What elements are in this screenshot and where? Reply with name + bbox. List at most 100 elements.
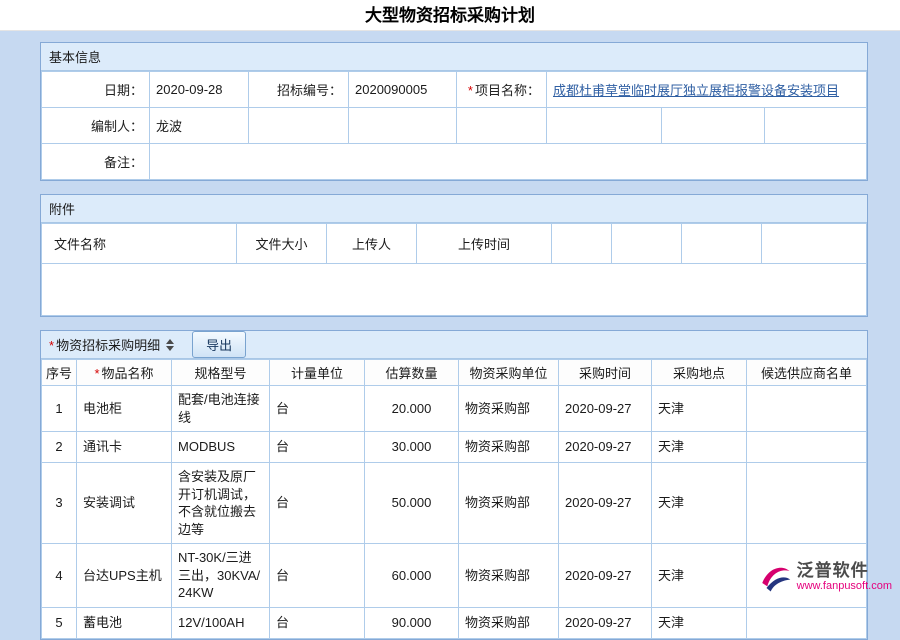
table-cell: 天津 [652,607,747,638]
required-asterisk: * [94,366,99,381]
empty-cell [457,108,547,144]
export-button[interactable]: 导出 [192,331,246,358]
main-content: 基本信息 日期： 2020-09-28 招标编号： 2020090005 *项目… [0,31,900,640]
table-cell: 台 [270,386,365,432]
table-cell: 通讯卡 [77,432,172,463]
detail-section-header: *物资招标采购明细 导出 [41,331,867,359]
table-row[interactable]: 1电池柜配套/电池连接线台20.000物资采购部2020-09-27天津 [42,386,867,432]
table-cell: 物资采购部 [459,432,559,463]
table-cell: 20.000 [365,386,459,432]
required-asterisk: * [49,338,54,353]
empty-cell [765,108,867,144]
table-cell [747,607,867,638]
empty-column-header [762,224,867,264]
empty-cell [249,108,349,144]
table-cell: 台 [270,544,365,608]
table-cell: 60.000 [365,544,459,608]
column-header: 上传时间 [417,224,552,264]
column-header: 采购地点 [652,360,747,386]
column-header: 文件大小 [237,224,327,264]
table-cell: 物资采购部 [459,463,559,544]
basic-info-title: 基本信息 [49,47,101,66]
column-header: 规格型号 [172,360,270,386]
table-cell: 蓄电池 [77,607,172,638]
empty-column-header [612,224,682,264]
column-header: *物品名称 [77,360,172,386]
table-cell: 4 [42,544,77,608]
table-cell: 物资采购部 [459,607,559,638]
attachments-header: 附件 [41,195,867,223]
author-label: 编制人： [42,108,150,144]
attachments-table: 文件名称 文件大小 上传人 上传时间 [41,223,867,316]
attachments-title: 附件 [49,199,75,218]
detail-body: 1电池柜配套/电池连接线台20.000物资采购部2020-09-27天津2通讯卡… [42,386,867,639]
table-row[interactable]: 2通讯卡MODBUS台30.000物资采购部2020-09-27天津 [42,432,867,463]
project-label: *项目名称： [457,72,547,108]
title-bar: 大型物资招标采购计划 [0,0,900,31]
table-cell: 3 [42,463,77,544]
column-header: 序号 [42,360,77,386]
table-row[interactable]: 5蓄电池12V/100AH台90.000物资采购部2020-09-27天津 [42,607,867,638]
table-cell: 50.000 [365,463,459,544]
table-row[interactable]: 3安装调试含安装及原厂开订机调试，不含就位搬去边等台50.000物资采购部202… [42,463,867,544]
bid-no-value: 2020090005 [349,72,457,108]
table-cell: 2 [42,432,77,463]
detail-table: 序号*物品名称规格型号计量单位估算数量物资采购单位采购时间采购地点候选供应商名单… [41,359,867,639]
detail-header-row: 序号*物品名称规格型号计量单位估算数量物资采购单位采购时间采购地点候选供应商名单 [42,360,867,386]
project-value-cell: 成都杜甫草堂临时展厅独立展柜报警设备安装项目 [547,72,867,108]
table-cell: 1 [42,386,77,432]
attachments-empty-area [42,264,867,316]
detail-title: *物资招标采购明细 [49,335,160,354]
table-cell: 电池柜 [77,386,172,432]
table-cell: MODBUS [172,432,270,463]
attachments-empty-row [42,264,867,316]
date-label: 日期： [42,72,150,108]
column-header: 候选供应商名单 [747,360,867,386]
basic-info-section: 基本信息 日期： 2020-09-28 招标编号： 2020090005 *项目… [40,42,868,181]
project-name-link[interactable]: 成都杜甫草堂临时展厅独立展柜报警设备安装项目 [553,83,839,98]
sort-arrows-icon[interactable] [166,339,174,351]
form-row: 编制人： 龙波 [42,108,867,144]
table-cell: 天津 [652,463,747,544]
table-cell: 含安装及原厂开订机调试，不含就位搬去边等 [172,463,270,544]
attachments-section: 附件 文件名称 文件大小 上传人 上传时间 [40,194,868,317]
table-cell: 物资采购部 [459,386,559,432]
column-header: 文件名称 [42,224,237,264]
table-cell: 30.000 [365,432,459,463]
fanpu-logo-icon [758,560,792,594]
empty-column-header [552,224,612,264]
table-cell: 配套/电池连接线 [172,386,270,432]
form-row: 备注： [42,144,867,180]
date-value: 2020-09-28 [150,72,249,108]
table-cell: 2020-09-27 [559,432,652,463]
remark-label: 备注： [42,144,150,180]
vendor-text: 泛普软件 www.fanpusoft.com [797,561,892,593]
table-cell: 2020-09-27 [559,544,652,608]
table-cell: 物资采购部 [459,544,559,608]
column-header: 采购时间 [559,360,652,386]
table-cell: 天津 [652,544,747,608]
table-row[interactable]: 4台达UPS主机NT-30K/三进三出，30KVA/24KW台60.000物资采… [42,544,867,608]
required-asterisk: * [468,83,473,98]
detail-section: *物资招标采购明细 导出 序号*物品名称规格型号计量单位估算数量物资采购单位采购… [40,330,868,640]
table-cell [747,463,867,544]
attachments-header-row: 文件名称 文件大小 上传人 上传时间 [42,224,867,264]
column-header: 物资采购单位 [459,360,559,386]
table-cell: 2020-09-27 [559,463,652,544]
column-header: 估算数量 [365,360,459,386]
vendor-url[interactable]: www.fanpusoft.com [797,580,892,593]
remark-value [150,144,867,180]
author-value: 龙波 [150,108,249,144]
empty-cell [547,108,662,144]
table-cell: 天津 [652,386,747,432]
table-cell: NT-30K/三进三出，30KVA/24KW [172,544,270,608]
table-cell: 台达UPS主机 [77,544,172,608]
column-header: 计量单位 [270,360,365,386]
table-cell: 天津 [652,432,747,463]
table-cell: 2020-09-27 [559,607,652,638]
form-row: 日期： 2020-09-28 招标编号： 2020090005 *项目名称： 成… [42,72,867,108]
table-cell: 台 [270,432,365,463]
vendor-name: 泛普软件 [797,561,892,581]
table-cell: 5 [42,607,77,638]
table-cell: 安装调试 [77,463,172,544]
